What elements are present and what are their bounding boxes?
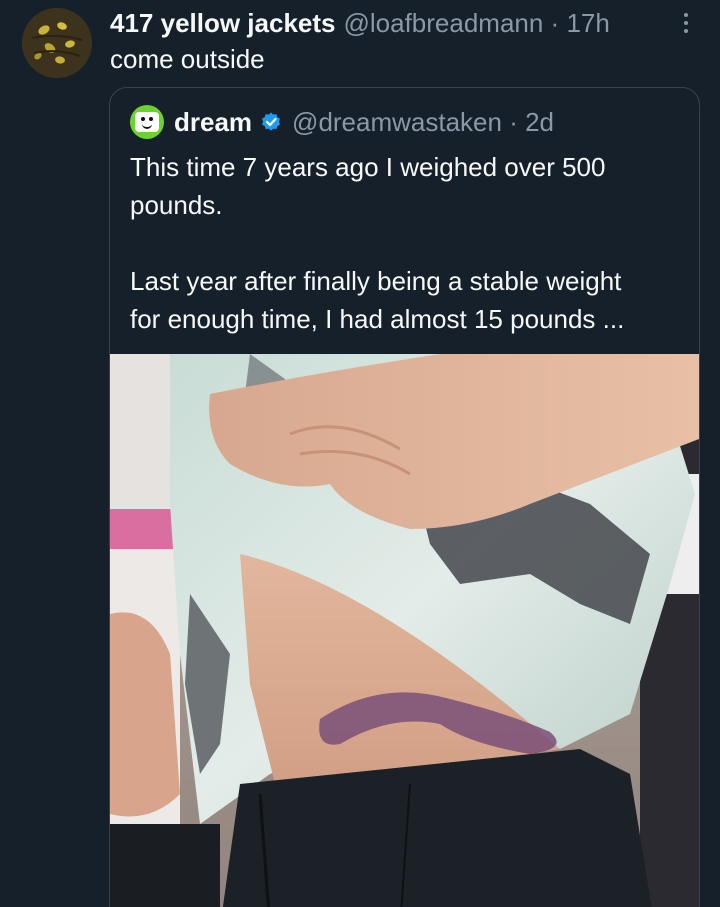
timeline-tweet: 417 yellow jackets @loafbreadmann · 17h … xyxy=(0,0,720,907)
tweet-text: come outside xyxy=(110,44,265,74)
dream-avatar[interactable] xyxy=(130,105,164,139)
quoted-tweet-card[interactable]: dream @dreamwastaken · 2d This time 7 ye… xyxy=(109,87,700,907)
tweet-header: 417 yellow jackets @loafbreadmann · 17h xyxy=(110,6,660,40)
author-handle-and-time[interactable]: @loafbreadmann · 17h xyxy=(343,6,609,40)
author-display-name[interactable]: 417 yellow jackets xyxy=(110,6,335,40)
yellow-jackets-avatar-icon xyxy=(22,8,92,78)
photo-attachment[interactable] xyxy=(110,354,699,907)
user-avatar[interactable] xyxy=(22,8,92,78)
quoted-text-paragraph-2: Last year after finally being a stable w… xyxy=(130,266,625,334)
photo-image xyxy=(110,354,699,907)
verified-badge-icon xyxy=(262,112,281,131)
quoted-tweet-text: This time 7 years ago I weighed over 500… xyxy=(130,148,690,338)
quoted-text-paragraph-1: This time 7 years ago I weighed over 500… xyxy=(130,152,606,220)
more-options-icon[interactable] xyxy=(672,6,700,40)
quoted-tweet-header: dream @dreamwastaken · 2d xyxy=(130,104,554,140)
quoted-author-handle-and-time[interactable]: @dreamwastaken · 2d xyxy=(292,107,554,138)
quoted-author-display-name[interactable]: dream xyxy=(174,107,252,138)
